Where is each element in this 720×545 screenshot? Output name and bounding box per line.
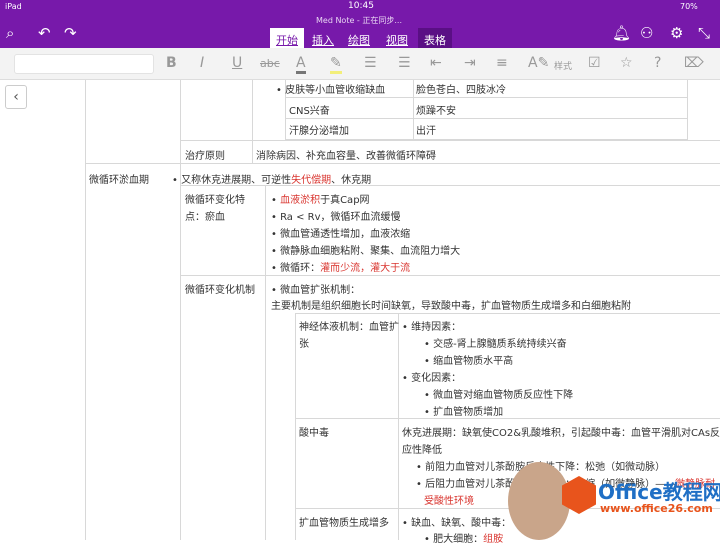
tag-icon[interactable]: ⌦ bbox=[684, 55, 704, 71]
bold-icon[interactable]: B bbox=[166, 55, 177, 71]
cell-label: 扩血管物质生成增多 bbox=[299, 518, 389, 529]
checkbox-icon[interactable]: ☑ bbox=[588, 55, 601, 71]
watermark: Office教程网 www.office26.com bbox=[508, 462, 720, 540]
cell-label: 治疗原则 bbox=[185, 151, 225, 162]
list-item: Ra < Rv，微循环血流缓慢 bbox=[271, 208, 400, 223]
align-icon[interactable]: ≡ bbox=[496, 55, 508, 71]
tab-table[interactable]: 表格 bbox=[418, 28, 452, 48]
share-icon[interactable]: ⚇ bbox=[640, 24, 653, 42]
highlight-icon[interactable]: ✎ bbox=[330, 55, 342, 74]
gear-icon[interactable]: ⚙ bbox=[670, 24, 683, 42]
cell-label: 神经体液机制：血管扩 bbox=[299, 322, 399, 333]
avatar bbox=[508, 462, 570, 540]
cell-text: 烦躁不安 bbox=[416, 106, 456, 117]
underline-icon[interactable]: U bbox=[232, 55, 242, 71]
indent-icon[interactable]: ⇥ bbox=[464, 55, 476, 71]
list-item: 交感-肾上腺髓质系统持续兴奋 bbox=[424, 335, 567, 350]
outdent-icon[interactable]: ⇤ bbox=[430, 55, 442, 71]
question-icon[interactable]: ? bbox=[654, 55, 661, 71]
numbered-list-icon[interactable]: ☰ bbox=[398, 55, 411, 71]
cell-text: CNS兴奋 bbox=[289, 106, 330, 117]
bell-icon[interactable]: 🔔︎ bbox=[612, 24, 631, 42]
cell-label: 点：瘀血 bbox=[185, 212, 225, 223]
cell-text: 休克进展期：缺氧使CO2&乳酸堆积，引起酸中毒：血管平滑肌对CAs反 bbox=[402, 428, 720, 439]
styles-label[interactable]: 样式 bbox=[554, 59, 572, 72]
cell-text: 皮肤等小血管收缩缺血 bbox=[276, 81, 385, 96]
document-title: Med Note - 正在同步... bbox=[316, 16, 402, 25]
list-item: 微血管扩张机制： bbox=[271, 281, 360, 296]
search-icon[interactable]: ⌕ bbox=[6, 24, 14, 42]
redo-icon[interactable]: ↷ bbox=[64, 24, 77, 42]
watermark-url: www.office26.com bbox=[600, 502, 713, 515]
list-item: 缩血管物质水平高 bbox=[424, 352, 513, 367]
app-header: iPad 10:45 70% Med Note - 正在同步... ⌕ ↶ ↷ … bbox=[0, 0, 720, 48]
cell-text: 消除病因、补充血容量、改善微循环障碍 bbox=[256, 151, 436, 162]
font-selector[interactable] bbox=[14, 54, 154, 74]
strikethrough-icon[interactable]: abc bbox=[260, 57, 280, 70]
list-item: 缺血、缺氧、酸中毒： bbox=[402, 514, 511, 529]
list-item: 血液淤积于真Cap网 bbox=[271, 191, 369, 206]
star-icon[interactable]: ☆ bbox=[620, 55, 633, 71]
cell-text: 汗腺分泌增加 bbox=[289, 126, 349, 137]
list-item: 微循环：灌而少流，灌大于流 bbox=[271, 259, 410, 274]
list-item: 变化因素： bbox=[402, 369, 461, 384]
cell-label: 酸中毒 bbox=[299, 428, 329, 439]
list-item: 又称休克进展期、可逆性失代偿期、休克期 bbox=[172, 171, 371, 186]
tab-home[interactable]: 开始 bbox=[270, 28, 304, 48]
tab-view[interactable]: 视图 bbox=[380, 28, 414, 48]
styles-icon[interactable]: A✎ bbox=[528, 55, 549, 71]
clock: 10:45 bbox=[348, 1, 374, 11]
cell-text: 主要机制是组织细胞长时间缺氧，导致酸中毒，扩血管物质生成增多和白细胞粘附 bbox=[271, 301, 631, 312]
cell-text: 脸色苍白、四肢冰冷 bbox=[416, 85, 506, 96]
bullet-list-icon[interactable]: ☰ bbox=[364, 55, 377, 71]
tab-draw[interactable]: 绘图 bbox=[342, 28, 376, 48]
list-item: 微血管通透性增加，血液浓缩 bbox=[271, 225, 410, 240]
list-item-continued: 受酸性环境 bbox=[424, 496, 474, 507]
list-item: 维持因素： bbox=[402, 318, 461, 333]
cell-label: 微循环变化机制 bbox=[185, 285, 255, 296]
cell-text: 出汗 bbox=[416, 126, 436, 137]
collapse-icon[interactable]: ⤡ bbox=[698, 24, 710, 42]
cell-label: 张 bbox=[299, 339, 309, 350]
list-item: 扩血管物质增加 bbox=[424, 403, 503, 418]
watermark-brand: Office教程网 bbox=[598, 480, 720, 504]
italic-icon[interactable]: I bbox=[200, 55, 204, 71]
tab-insert[interactable]: 插入 bbox=[306, 28, 340, 48]
cell-label: 微循环变化特 bbox=[185, 195, 245, 206]
undo-icon[interactable]: ↶ bbox=[38, 24, 51, 42]
device-label: iPad bbox=[5, 2, 22, 11]
list-item: 微静脉血细胞粘附、聚集、血流阻力增大 bbox=[271, 242, 460, 257]
back-button[interactable]: ‹ bbox=[5, 85, 27, 109]
font-color-icon[interactable]: A bbox=[296, 55, 306, 74]
cell-text: 应性降低 bbox=[402, 445, 442, 456]
stage-label: 微循环淤血期 bbox=[89, 175, 149, 186]
battery: 70% bbox=[680, 2, 698, 11]
list-item: 肥大细胞：组胺 bbox=[424, 530, 503, 545]
list-item: 微血管对缩血管物质反应性下降 bbox=[424, 386, 573, 401]
